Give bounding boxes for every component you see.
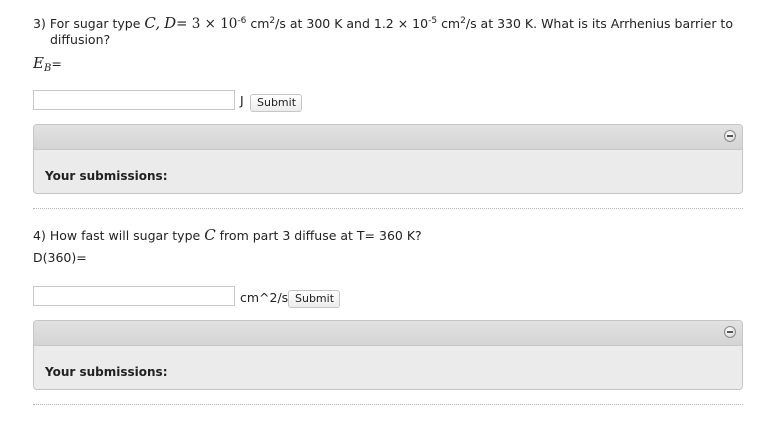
q4-submissions-panel: Your submissions: [33,320,743,390]
q4-submissions-label: Your submissions: [45,365,168,379]
q3-submit-button[interactable]: Submit [250,94,302,112]
q4-submit-button[interactable]: Submit [288,290,340,308]
q4-submissions-header [34,321,742,346]
collapse-icon[interactable] [724,130,736,142]
question-3-text-line2: diffusion? [50,32,111,47]
d360-answer-label: D(360)= [33,250,87,265]
collapse-icon[interactable] [724,326,736,338]
q3-submissions-header [34,125,742,150]
question-3-number: 3) [33,16,46,31]
question-4-number: 4) [33,228,46,243]
eb-answer-input[interactable] [33,90,235,110]
q3-submissions-label: Your submissions: [45,169,168,183]
q3-submissions-panel: Your submissions: [33,124,743,194]
section-divider [33,208,743,209]
eb-answer-label: EB= [33,54,62,74]
d360-answer-input[interactable] [33,286,235,306]
eb-unit-label: J [240,93,244,108]
question-3-text: 3) For sugar type C, D= 3 × 10-6 cm2/s a… [33,14,733,32]
d360-unit-label: cm^2/s [240,290,289,305]
section-divider [33,404,743,405]
question-4-text: 4) How fast will sugar type C from part … [33,226,422,244]
